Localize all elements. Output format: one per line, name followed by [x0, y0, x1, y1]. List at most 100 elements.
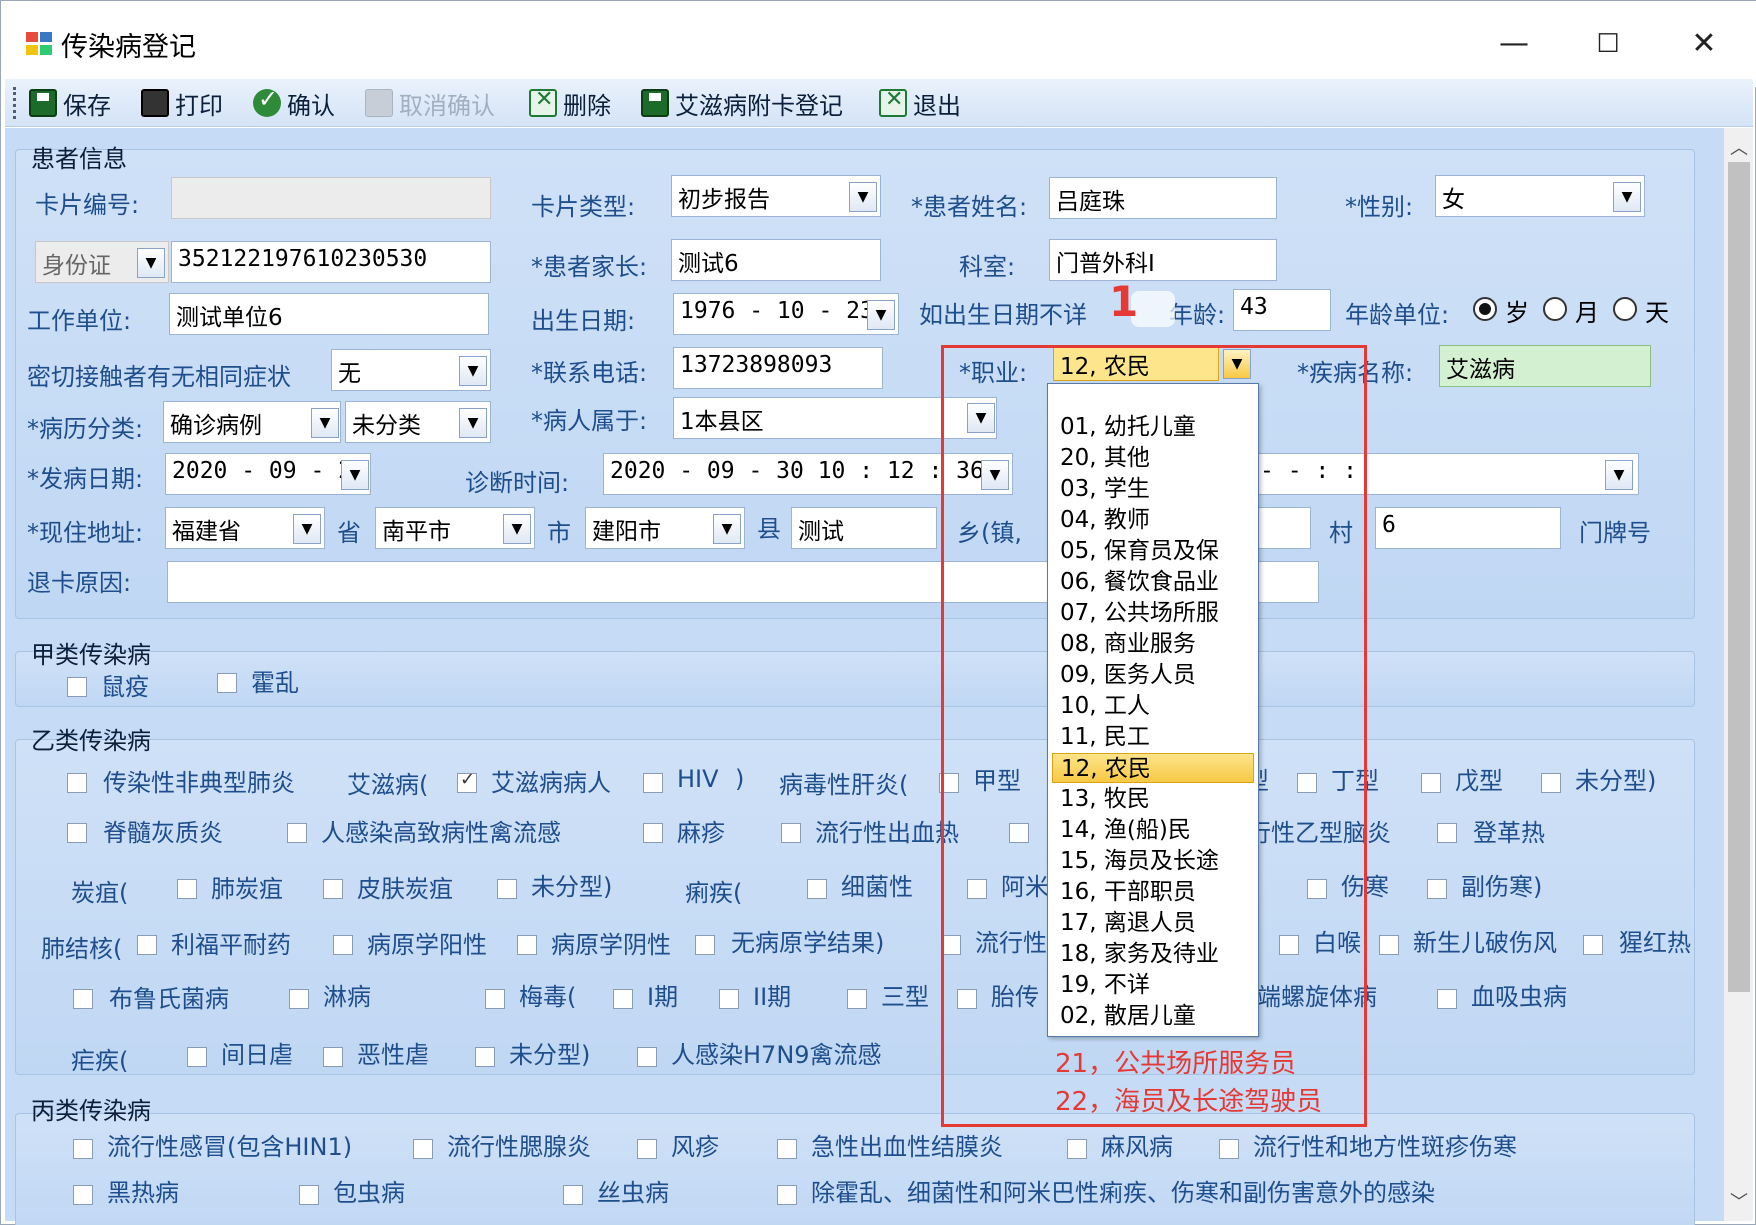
- village-input[interactable]: 6: [1375, 507, 1561, 549]
- no-etiology-checkbox[interactable]: [695, 935, 715, 955]
- brucellosis-checkbox[interactable]: [73, 989, 93, 1009]
- hiv-checkbox[interactable]: [643, 773, 663, 793]
- delete-button[interactable]: 删除: [529, 85, 611, 121]
- hep-e-checkbox[interactable]: [1421, 773, 1441, 793]
- dengue-checkbox[interactable]: [1437, 823, 1457, 843]
- sars-checkbox[interactable]: [67, 773, 87, 793]
- scroll-down-icon[interactable]: ﹀: [1730, 1188, 1748, 1214]
- county-dropdown-icon[interactable]: ▼: [713, 514, 741, 544]
- confirm-button[interactable]: 确认: [253, 85, 335, 121]
- maximize-button[interactable]: ☐: [1573, 17, 1643, 71]
- plague-checkbox[interactable]: [67, 677, 87, 697]
- tb-prefix: 肺结核(: [41, 935, 123, 963]
- name-input[interactable]: 吕庭珠: [1049, 177, 1277, 219]
- disease-name-input[interactable]: 艾滋病: [1439, 345, 1651, 387]
- syphilis-stage3-checkbox[interactable]: [847, 989, 867, 1009]
- card-type-dropdown-icon[interactable]: ▼: [849, 182, 877, 212]
- id-number-input[interactable]: 352122197610230530: [171, 241, 491, 283]
- neonatal-tetanus-checkbox[interactable]: [1379, 935, 1399, 955]
- kala-azar-label: 黑热病: [107, 1179, 179, 1207]
- case-class-dropdown-icon[interactable]: ▼: [311, 408, 339, 438]
- aids-card-label: 艾滋病附卡登记: [675, 91, 843, 120]
- contact-symptom-dropdown-icon[interactable]: ▼: [459, 356, 487, 386]
- age-input[interactable]: 43: [1233, 289, 1331, 331]
- schistosomiasis-checkbox[interactable]: [1437, 989, 1457, 1009]
- city-dropdown-icon[interactable]: ▼: [503, 514, 531, 544]
- other-diarrhea-checkbox[interactable]: [777, 1185, 797, 1205]
- rifampin-checkbox[interactable]: [137, 935, 157, 955]
- save-button[interactable]: 保存: [29, 85, 111, 121]
- etiology-negative-checkbox[interactable]: [517, 935, 537, 955]
- onset-date-dropdown-icon[interactable]: ▼: [341, 460, 369, 490]
- print-button[interactable]: 打印: [141, 85, 223, 121]
- paratyphoid-checkbox[interactable]: [1427, 879, 1447, 899]
- lung-anthrax-checkbox[interactable]: [177, 879, 197, 899]
- cholera-label: 霍乱: [251, 669, 299, 697]
- age-unit-month-radio[interactable]: [1543, 297, 1567, 321]
- h5n1-checkbox[interactable]: [287, 823, 307, 843]
- hfrs-checkbox[interactable]: [781, 823, 801, 843]
- patient-info-title: 患者信息: [31, 145, 127, 173]
- scroll-up-icon[interactable]: ︿: [1730, 134, 1748, 160]
- sex-dropdown-icon[interactable]: ▼: [1613, 182, 1641, 212]
- id-type-dropdown-icon[interactable]: ▼: [137, 248, 165, 278]
- patient-belong-label: *病人属于:: [531, 407, 648, 435]
- card-no-input[interactable]: [171, 177, 491, 219]
- malaria-prefix: 疟疾(: [71, 1047, 129, 1075]
- scarlet-checkbox[interactable]: [1583, 935, 1603, 955]
- typhus-checkbox[interactable]: [1219, 1139, 1239, 1159]
- gonorrhea-label: 淋病: [323, 983, 371, 1011]
- kala-azar-checkbox[interactable]: [73, 1185, 93, 1205]
- cholera-checkbox[interactable]: [217, 673, 237, 693]
- scroll-thumb[interactable]: [1728, 162, 1750, 992]
- minimize-button[interactable]: —: [1479, 17, 1549, 71]
- etiology-positive-checkbox[interactable]: [333, 935, 353, 955]
- aids-patient-checkbox[interactable]: [457, 769, 477, 793]
- filariasis-checkbox[interactable]: [563, 1185, 583, 1205]
- workplace-input[interactable]: 测试单位6: [169, 293, 489, 335]
- case-class-2-dropdown-icon[interactable]: ▼: [459, 408, 487, 438]
- anthrax-unclassified-checkbox[interactable]: [497, 879, 517, 899]
- close-button[interactable]: ✕: [1669, 17, 1739, 71]
- province-dropdown-icon[interactable]: ▼: [293, 514, 321, 544]
- influenza-checkbox[interactable]: [73, 1139, 93, 1159]
- guardian-input[interactable]: 测试6: [671, 239, 881, 281]
- age-unit-year-radio[interactable]: [1473, 297, 1497, 321]
- vivax-checkbox[interactable]: [187, 1047, 207, 1067]
- conjunctivitis-checkbox[interactable]: [777, 1139, 797, 1159]
- no-etiology-label: 无病原学结果): [731, 929, 885, 957]
- schistosomiasis-label: 血吸虫病: [1471, 983, 1567, 1011]
- vertical-scrollbar[interactable]: ︿ ﹀: [1723, 128, 1753, 1221]
- rubella-checkbox[interactable]: [637, 1139, 657, 1159]
- syphilis-stage1-checkbox[interactable]: [613, 989, 633, 1009]
- second-time-dropdown-icon[interactable]: ▼: [1605, 460, 1633, 490]
- echinococcosis-checkbox[interactable]: [299, 1185, 319, 1205]
- bacillary-checkbox[interactable]: [807, 879, 827, 899]
- polio-checkbox[interactable]: [67, 823, 87, 843]
- age-unit-day-radio[interactable]: [1613, 297, 1637, 321]
- workplace-label: 工作单位:: [27, 307, 132, 335]
- hep-unclassified-checkbox[interactable]: [1541, 773, 1561, 793]
- town-input[interactable]: 测试: [791, 507, 937, 549]
- syphilis-checkbox[interactable]: [485, 989, 505, 1009]
- skin-anthrax-checkbox[interactable]: [323, 879, 343, 899]
- cancel-confirm-button[interactable]: 取消确认: [365, 85, 495, 121]
- toolbar-grip[interactable]: [13, 87, 17, 119]
- falciparum-checkbox[interactable]: [323, 1047, 343, 1067]
- onset-date-label: *发病日期:: [27, 465, 144, 493]
- aids-card-icon: [641, 89, 669, 117]
- malaria-unclassified-checkbox[interactable]: [475, 1047, 495, 1067]
- gonorrhea-checkbox[interactable]: [289, 989, 309, 1009]
- dept-input[interactable]: 门普外科Ⅰ: [1049, 239, 1277, 281]
- leprosy-checkbox[interactable]: [1067, 1139, 1087, 1159]
- syphilis-stage2-checkbox[interactable]: [719, 989, 739, 1009]
- measles-checkbox[interactable]: [643, 823, 663, 843]
- birth-date-input[interactable]: 1976 - 10 - 23: [673, 293, 899, 335]
- birth-date-dropdown-icon[interactable]: ▼: [867, 300, 895, 330]
- phone-input[interactable]: 13723898093: [673, 347, 883, 389]
- mumps-checkbox[interactable]: [413, 1139, 433, 1159]
- case-class-label: *病历分类:: [27, 415, 144, 443]
- exit-button[interactable]: 退出: [879, 85, 961, 121]
- aids-card-button[interactable]: 艾滋病附卡登记: [641, 85, 843, 121]
- h7n9-checkbox[interactable]: [637, 1047, 657, 1067]
